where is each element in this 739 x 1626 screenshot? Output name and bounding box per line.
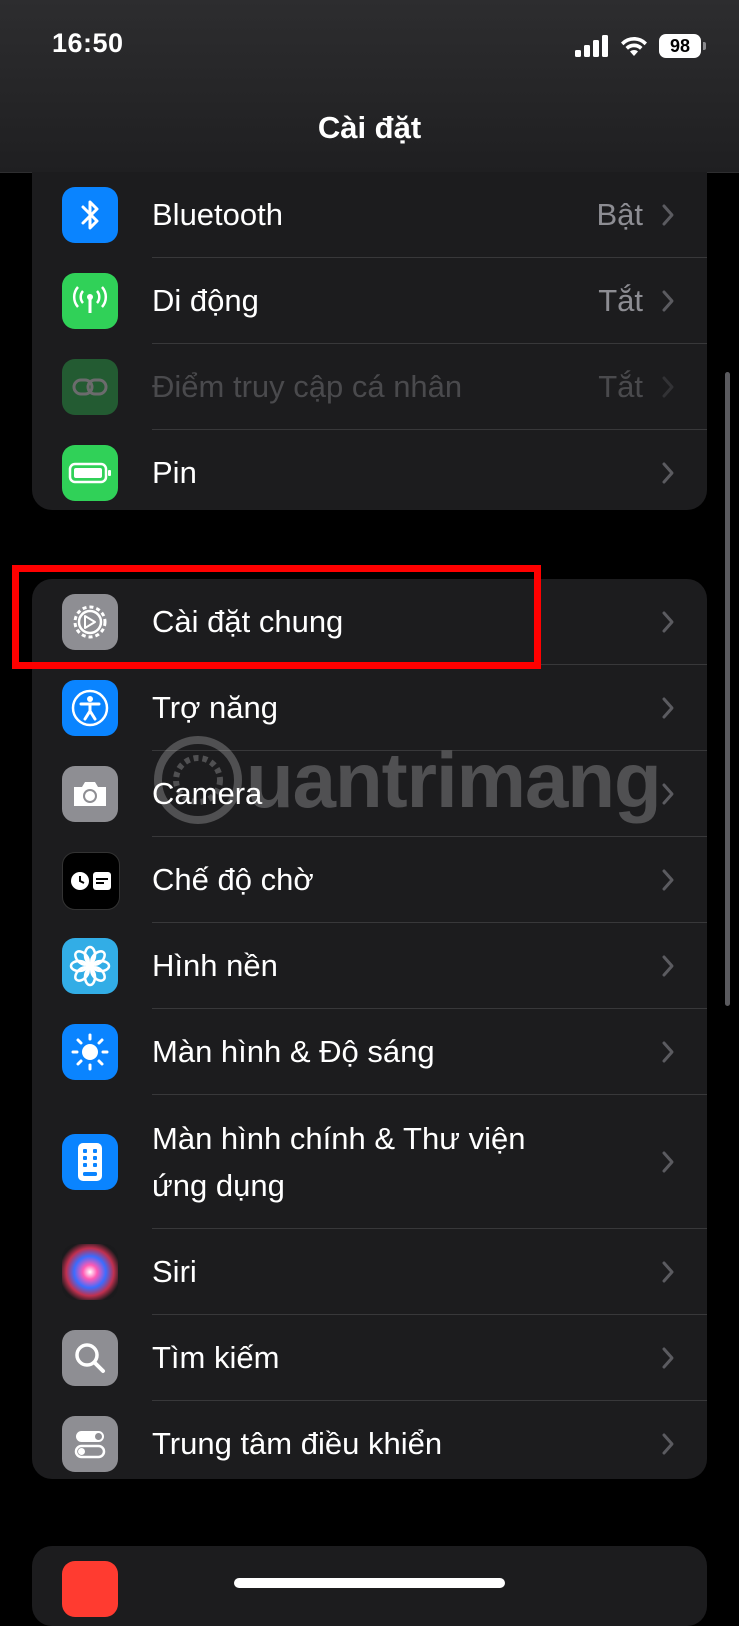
settings-row-siri[interactable]: Siri bbox=[32, 1229, 707, 1315]
control-center-toggles-icon bbox=[62, 1416, 118, 1472]
settings-row-bluetooth[interactable]: Bluetooth Bật bbox=[32, 172, 707, 258]
settings-row-label: Siri bbox=[152, 1254, 197, 1289]
settings-row-label: Màn hình & Độ sáng bbox=[152, 1034, 435, 1069]
hotspot-link-icon bbox=[62, 359, 118, 415]
chevron-right-icon bbox=[662, 955, 674, 977]
settings-row-cellular[interactable]: Di động Tắt bbox=[32, 258, 707, 344]
settings-row-standby[interactable]: Chế độ chờ bbox=[32, 837, 707, 923]
watermark: uantrimang bbox=[152, 725, 662, 835]
cellular-signal-icon bbox=[575, 35, 608, 57]
settings-group-general: Cài đặt chung Trợ năng Camera Chế độ chờ… bbox=[32, 579, 707, 1479]
settings-row-label: Pin bbox=[152, 455, 197, 490]
settings-row-personal-hotspot: Điểm truy cập cá nhân Tắt bbox=[32, 344, 707, 430]
settings-row-label: Tìm kiếm bbox=[152, 1340, 280, 1375]
settings-row-label: Di động bbox=[152, 283, 259, 318]
chevron-right-icon bbox=[662, 611, 674, 633]
battery-indicator: 98 bbox=[659, 34, 706, 58]
settings-row-value: Bật bbox=[596, 197, 643, 232]
accessibility-icon bbox=[62, 680, 118, 736]
settings-row-control-center[interactable]: Trung tâm điều khiển bbox=[32, 1401, 707, 1479]
chevron-right-icon bbox=[662, 869, 674, 891]
battery-icon bbox=[62, 445, 118, 501]
status-time: 16:50 bbox=[52, 28, 124, 58]
status-icons: 98 bbox=[575, 33, 706, 59]
watermark-text: uantrimang bbox=[246, 735, 662, 824]
settings-row-label: Điểm truy cập cá nhân bbox=[152, 369, 463, 404]
chevron-right-icon bbox=[662, 697, 674, 719]
chevron-right-icon bbox=[662, 1433, 674, 1455]
settings-row-label: Chế độ chờ bbox=[152, 862, 314, 897]
wallpaper-flower-icon bbox=[62, 938, 118, 994]
settings-group-connectivity: Bluetooth Bật Di động Tắt Điểm truy cập … bbox=[32, 172, 707, 510]
settings-row-value: Tắt bbox=[598, 283, 643, 318]
settings-row-search[interactable]: Tìm kiếm bbox=[32, 1315, 707, 1401]
page-title: Cài đặt bbox=[317, 110, 422, 145]
search-icon bbox=[62, 1330, 118, 1386]
scroll-indicator[interactable] bbox=[725, 372, 730, 1006]
wifi-icon bbox=[621, 36, 647, 56]
siri-icon bbox=[62, 1244, 118, 1300]
home-screen-icon bbox=[62, 1134, 118, 1190]
settings-row-value: Tắt bbox=[598, 369, 643, 404]
chevron-right-icon bbox=[662, 1041, 674, 1063]
bluetooth-icon bbox=[62, 187, 118, 243]
chevron-right-icon bbox=[662, 204, 674, 226]
chevron-right-icon bbox=[662, 1261, 674, 1283]
cellular-antenna-icon bbox=[62, 273, 118, 329]
settings-row-label: Màn hình chính & Thư viện ứng dụng bbox=[152, 1121, 526, 1203]
home-indicator[interactable] bbox=[234, 1578, 505, 1588]
watermark-logo-icon bbox=[154, 736, 242, 824]
settings-row-label: Bluetooth bbox=[152, 197, 283, 232]
brightness-sun-icon bbox=[62, 1024, 118, 1080]
app-icon-peek bbox=[62, 1561, 118, 1617]
settings-row-label: Trung tâm điều khiển bbox=[152, 1426, 443, 1461]
chevron-right-icon bbox=[662, 1151, 674, 1173]
settings-row-battery[interactable]: Pin bbox=[32, 430, 707, 510]
settings-row-label: Hình nền bbox=[152, 948, 278, 983]
status-bar: 16:50 98 bbox=[0, 0, 739, 95]
chevron-right-icon bbox=[662, 462, 674, 484]
settings-row-wallpaper[interactable]: Hình nền bbox=[32, 923, 707, 1009]
standby-icon bbox=[62, 852, 120, 910]
highlight-box bbox=[12, 565, 541, 669]
settings-row-display-brightness[interactable]: Màn hình & Độ sáng bbox=[32, 1009, 707, 1095]
chevron-right-icon bbox=[662, 376, 674, 398]
camera-icon bbox=[62, 766, 118, 822]
chevron-right-icon bbox=[662, 1347, 674, 1369]
chevron-right-icon bbox=[662, 290, 674, 312]
settings-row-home-screen-app-library[interactable]: Màn hình chính & Thư viện ứng dụng bbox=[32, 1095, 707, 1229]
